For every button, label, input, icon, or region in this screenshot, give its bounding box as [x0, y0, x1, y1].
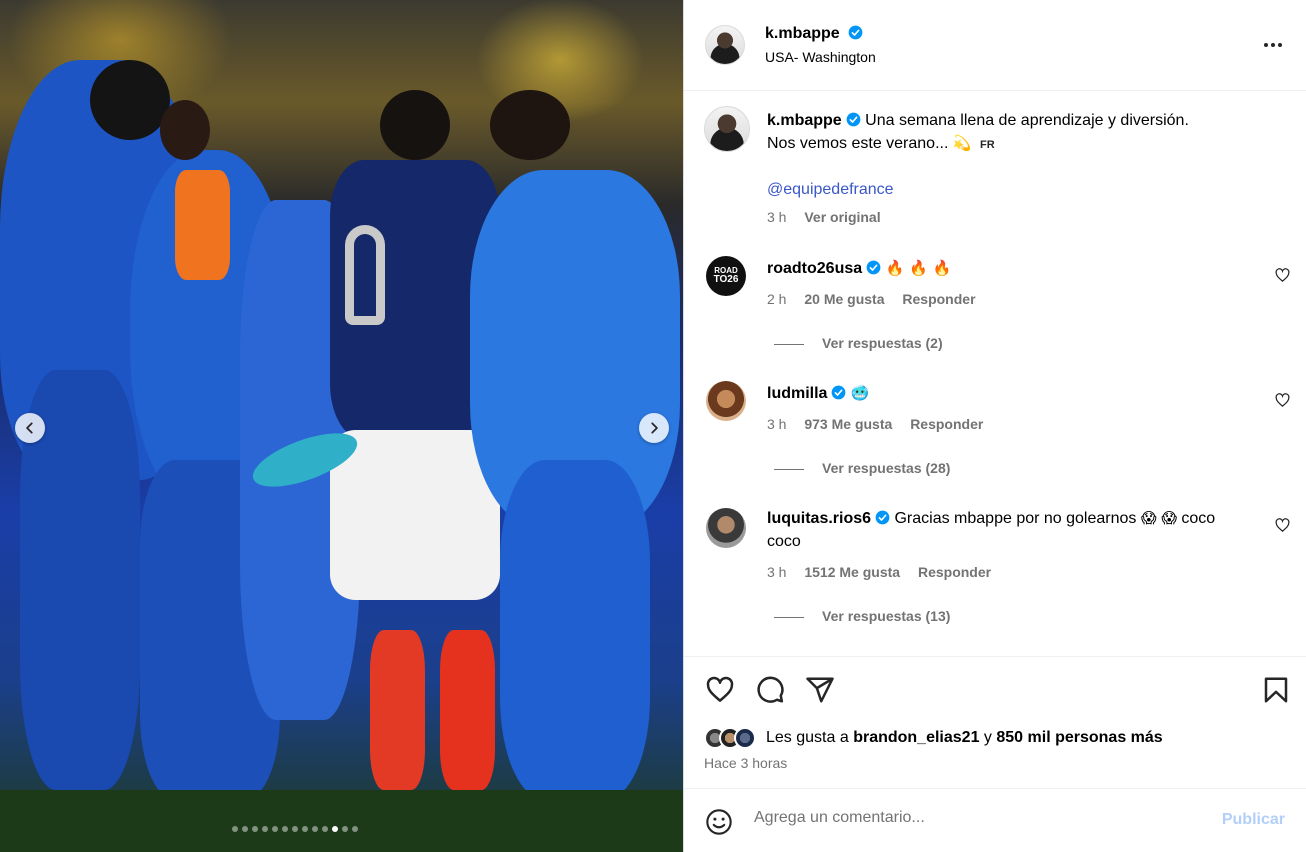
next-photo-button[interactable]	[639, 413, 669, 443]
caption-time[interactable]: 3 h	[767, 209, 786, 225]
carousel-dot	[292, 826, 298, 832]
post-time[interactable]: Hace 3 horas	[704, 755, 787, 771]
carousel-dot	[302, 826, 308, 832]
carousel-dot	[272, 826, 278, 832]
view-replies-button[interactable]: Ver respuestas (13)	[774, 608, 950, 624]
photo-player-shape	[380, 90, 450, 160]
comment-text: 🥶	[850, 384, 870, 402]
chevron-right-icon	[651, 422, 658, 434]
comments-list[interactable]: k.mbappe Una semana llena de aprendizaje…	[684, 92, 1306, 655]
see-original-button[interactable]: Ver original	[804, 209, 880, 225]
commenter-avatar[interactable]: ROAD TO26	[706, 256, 746, 296]
emoji-picker-icon[interactable]	[705, 808, 733, 836]
verified-badge-icon	[846, 112, 861, 127]
comment-time[interactable]: 3 h	[767, 564, 786, 580]
caption-author-avatar[interactable]	[704, 106, 750, 152]
add-comment-bar: Publicar	[684, 788, 1306, 852]
carousel-dot	[312, 826, 318, 832]
author-avatar[interactable]	[705, 25, 745, 65]
chevron-left-icon	[26, 422, 33, 434]
post-actions: Les gusta a brandon_elias21 y 850 mil pe…	[684, 656, 1306, 787]
caption-emoji: 💫	[952, 134, 972, 152]
likes-prefix: Les gusta a	[766, 729, 849, 746]
comment-text-end: coco	[1181, 510, 1216, 527]
carousel-dot	[262, 826, 268, 832]
comment-item: ludmilla 🥶 3 h 973 Me gusta Responder Ve…	[704, 381, 1294, 481]
photo-player-shape	[330, 430, 500, 600]
like-comment-heart-icon[interactable]	[1275, 393, 1290, 408]
comment-text-line2: coco	[767, 533, 801, 550]
commenter-avatar[interactable]	[706, 508, 746, 548]
commenter-avatar[interactable]	[706, 381, 746, 421]
likes-count-link[interactable]: 850 mil personas más	[996, 729, 1162, 747]
language-tag: FR	[980, 139, 995, 151]
like-heart-icon[interactable]	[705, 675, 735, 705]
comment-item: luquitas.rios6 Gracias mbappe por no gol…	[704, 506, 1294, 636]
comment-time[interactable]: 3 h	[767, 416, 786, 432]
comment-item: ROAD TO26 roadto26usa 🔥 🔥 🔥 2 h 20 Me gu…	[704, 256, 1294, 356]
photo-player-shape	[175, 170, 230, 280]
reply-button[interactable]: Responder	[902, 291, 975, 307]
comment-likes[interactable]: 1512 Me gusta	[804, 564, 900, 580]
author-username[interactable]: k.mbappe	[765, 25, 840, 42]
carousel-dot	[332, 826, 338, 832]
view-replies-button[interactable]: Ver respuestas (2)	[774, 335, 943, 351]
commenter-username[interactable]: roadto26usa	[767, 260, 862, 277]
commenter-username[interactable]: luquitas.rios6	[767, 510, 871, 527]
comment-text: 🔥 🔥 🔥	[885, 259, 952, 277]
carousel-dot	[342, 826, 348, 832]
avatar-text: TO26	[713, 274, 739, 285]
photo-jersey-number	[345, 225, 385, 325]
post-caption: k.mbappe Una semana llena de aprendizaje…	[704, 106, 1294, 226]
liker-avatar[interactable]	[734, 727, 756, 749]
post-location[interactable]: USA- Washington	[765, 49, 876, 65]
comment-time[interactable]: 2 h	[767, 291, 786, 307]
like-comment-heart-icon[interactable]	[1275, 518, 1290, 533]
prev-photo-button[interactable]	[15, 413, 45, 443]
photo-player-shape	[90, 60, 170, 140]
carousel-dot	[282, 826, 288, 832]
publish-button[interactable]: Publicar	[1222, 811, 1285, 829]
photo-player-shape	[370, 630, 425, 790]
photo-player-shape	[490, 90, 570, 160]
post-details-panel: k.mbappe USA- Washington k.mbappe Una se…	[683, 0, 1306, 852]
carousel-dot	[322, 826, 328, 832]
carousel-dots	[232, 826, 358, 832]
verified-badge-icon	[875, 510, 890, 525]
verified-badge-icon	[832, 385, 846, 400]
photo-player-shape	[440, 630, 495, 790]
verified-badge-icon	[848, 25, 863, 40]
photo-player-shape	[160, 100, 210, 160]
comment-text: Gracias mbappe por no golearnos	[894, 510, 1137, 527]
carousel-dot	[232, 826, 238, 832]
view-replies-button[interactable]: Ver respuestas (28)	[774, 460, 950, 476]
post-header: k.mbappe USA- Washington	[684, 0, 1306, 91]
comment-likes[interactable]: 973 Me gusta	[804, 416, 892, 432]
mention-link[interactable]: @equipedefrance	[767, 181, 894, 198]
photo-grass	[0, 790, 683, 852]
share-send-icon[interactable]	[805, 675, 835, 705]
caption-text-line2: Nos vemos este verano...	[767, 135, 949, 152]
verified-badge-icon	[866, 260, 881, 275]
save-bookmark-icon[interactable]	[1261, 675, 1291, 705]
comment-emojis: 😱 😱	[1140, 509, 1177, 527]
commenter-username[interactable]: ludmilla	[767, 385, 827, 402]
comment-likes[interactable]: 20 Me gusta	[804, 291, 884, 307]
like-comment-heart-icon[interactable]	[1275, 268, 1290, 283]
comment-bubble-icon[interactable]	[755, 675, 785, 705]
caption-author-username[interactable]: k.mbappe	[767, 112, 842, 129]
likes-summary: Les gusta a brandon_elias21 y 850 mil pe…	[704, 727, 1163, 749]
carousel-dot	[242, 826, 248, 832]
more-options-icon[interactable]	[1261, 33, 1285, 57]
comment-input[interactable]	[754, 809, 1204, 827]
likes-user-link[interactable]: brandon_elias21	[853, 729, 979, 747]
photo-player-shape	[500, 460, 650, 800]
post-photo[interactable]	[0, 0, 683, 852]
likes-mid: y	[983, 729, 992, 746]
caption-text-line1: Una semana llena de aprendizaje y divers…	[865, 112, 1189, 129]
reply-button[interactable]: Responder	[918, 564, 991, 580]
carousel-dot	[252, 826, 258, 832]
carousel-dot	[352, 826, 358, 832]
reply-button[interactable]: Responder	[910, 416, 983, 432]
